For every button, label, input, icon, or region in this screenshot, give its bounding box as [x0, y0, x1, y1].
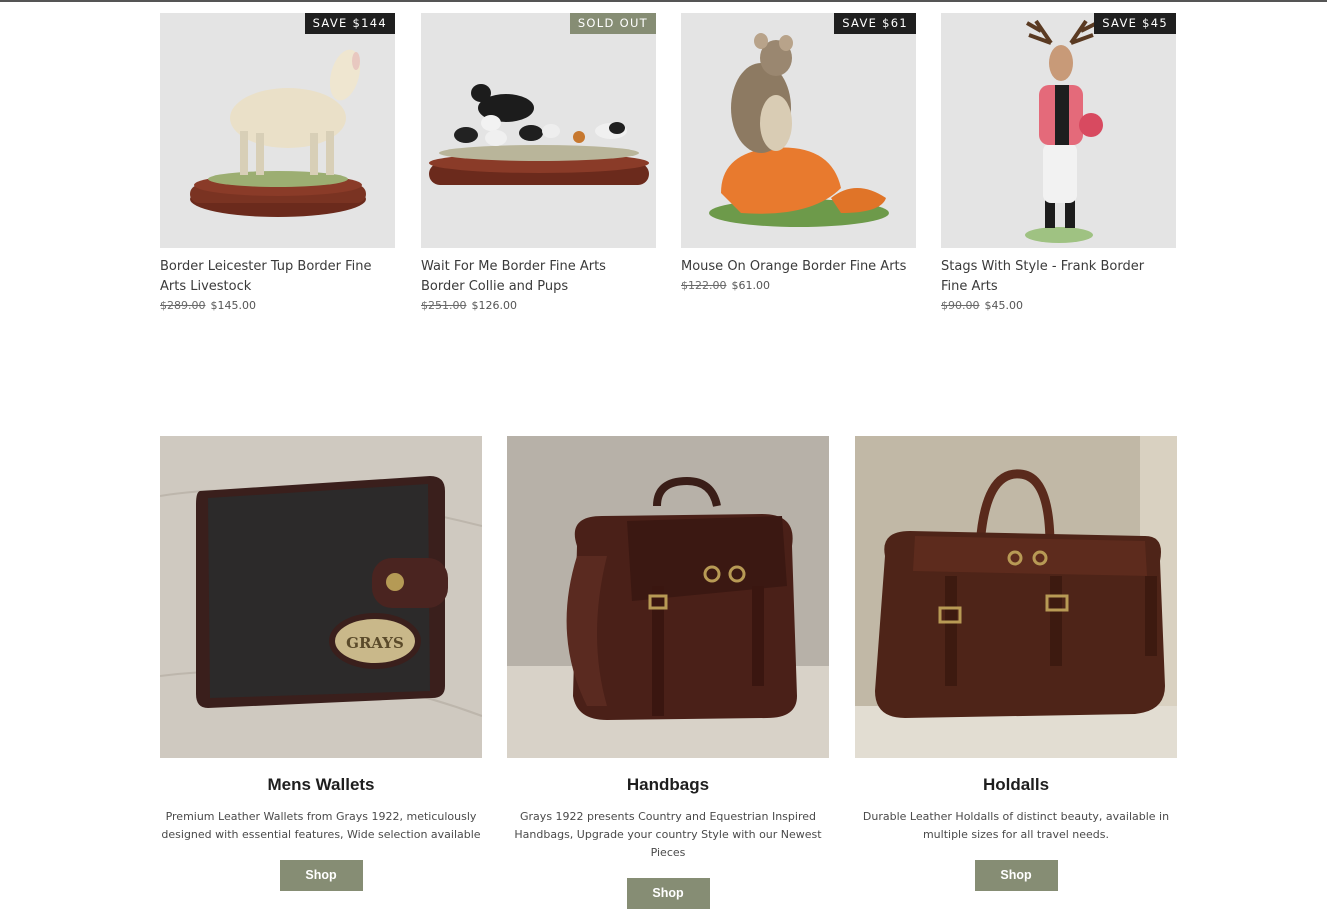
original-price: $251.00 — [421, 299, 467, 312]
sold-out-badge: SOLD OUT — [569, 13, 656, 34]
stag-figurine-image — [1025, 19, 1103, 243]
product-price: $122.00 $61.00 — [681, 279, 916, 293]
collection-card-mens-wallets: GRAYS Mens Wallets Premium Leather Walle… — [160, 436, 482, 891]
wallet-image: GRAYS — [160, 436, 482, 758]
shop-button[interactable]: Shop — [626, 878, 710, 909]
shop-button[interactable]: Shop — [974, 860, 1058, 891]
original-price: $289.00 — [160, 299, 206, 312]
collection-image[interactable] — [855, 436, 1177, 758]
collection-description: Durable Leather Holdalls of distinct bea… — [862, 810, 1170, 841]
collie-figurine-image — [429, 84, 649, 185]
sale-price: $126.00 — [471, 299, 518, 312]
collection-card-holdalls: Holdalls Durable Leather Holdalls of dis… — [855, 436, 1177, 891]
collection-description: Grays 1922 presents Country and Equestri… — [514, 810, 822, 859]
product-price: $251.00 $126.00 — [421, 299, 656, 313]
collection-image[interactable] — [507, 436, 829, 758]
discount-badge: SAVE $45 — [1094, 13, 1176, 34]
product-price: $90.00 $45.00 — [941, 299, 1176, 313]
collection-title[interactable]: Holdalls — [855, 775, 1177, 795]
discount-badge: SAVE $144 — [304, 13, 395, 34]
collection-title[interactable]: Handbags — [507, 775, 829, 795]
collection-description: Premium Leather Wallets from Grays 1922,… — [161, 810, 481, 841]
top-divider — [0, 0, 1327, 2]
product-grid: SAVE $144 Border Leicester Tup Border Fi… — [160, 13, 1177, 323]
product-title[interactable]: Stags With Style - Frank Border Fine Art… — [941, 257, 1173, 297]
collection-card-handbags: Handbags Grays 1922 presents Country and… — [507, 436, 829, 909]
sale-price: $45.00 — [984, 299, 1024, 312]
product-title[interactable]: Wait For Me Border Fine Arts Border Coll… — [421, 257, 653, 297]
collection-image[interactable]: GRAYS — [160, 436, 482, 758]
holdall-image — [855, 436, 1177, 758]
mouse-figurine-image — [709, 33, 889, 227]
sale-price: $61.00 — [731, 279, 771, 292]
handbag-image — [507, 436, 829, 758]
product-image[interactable]: SOLD OUT — [421, 13, 656, 248]
sheep-figurine-image — [190, 49, 366, 217]
product-price: $289.00 $145.00 — [160, 299, 395, 313]
wallet-emblem-text: GRAYS — [346, 634, 404, 652]
product-image[interactable]: SAVE $45 — [941, 13, 1176, 248]
product-title[interactable]: Mouse On Orange Border Fine Arts — [681, 257, 913, 277]
sale-price: $145.00 — [210, 299, 257, 312]
original-price: $90.00 — [941, 299, 980, 312]
product-card[interactable]: SOLD OUT Wait For Me Border Fine Arts Bo… — [421, 13, 656, 313]
product-image[interactable]: SAVE $144 — [160, 13, 395, 248]
product-title[interactable]: Border Leicester Tup Border Fine Arts Li… — [160, 257, 392, 297]
original-price: $122.00 — [681, 279, 727, 292]
product-card[interactable]: SAVE $45 Stags With Style - Frank Border… — [941, 13, 1176, 313]
discount-badge: SAVE $61 — [834, 13, 916, 34]
product-card[interactable]: SAVE $61 Mouse On Orange Border Fine Art… — [681, 13, 916, 293]
collection-title[interactable]: Mens Wallets — [160, 775, 482, 795]
product-card[interactable]: SAVE $144 Border Leicester Tup Border Fi… — [160, 13, 395, 313]
product-image[interactable]: SAVE $61 — [681, 13, 916, 248]
shop-button[interactable]: Shop — [279, 860, 363, 891]
